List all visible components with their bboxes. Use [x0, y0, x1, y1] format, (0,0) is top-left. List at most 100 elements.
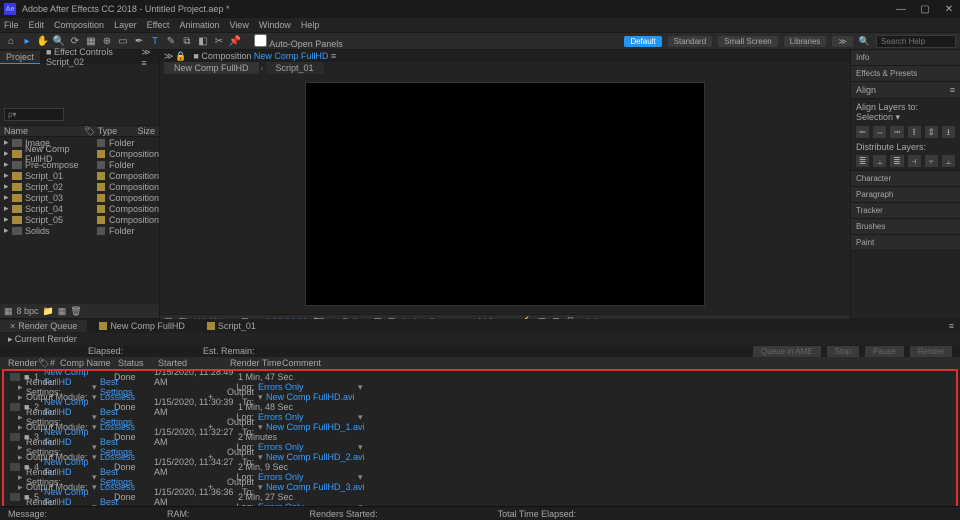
project-tab[interactable]: Project [0, 51, 40, 64]
stop-button[interactable]: Stop [827, 346, 859, 357]
workspace-small[interactable]: Small Screen [718, 36, 778, 47]
panel-chevron-icon[interactable]: ≫ [164, 51, 173, 62]
status-total-time: Total Time Elapsed: [498, 509, 577, 519]
menu-help[interactable]: Help [301, 20, 320, 30]
render-button[interactable]: Render [910, 346, 952, 357]
minimize-button[interactable]: — [894, 4, 908, 15]
selection-tool[interactable]: ▸ [20, 34, 34, 48]
puppet-tool[interactable]: 📌 [228, 34, 242, 48]
info-panel[interactable]: Info [851, 50, 960, 66]
workspace-default[interactable]: Default [624, 36, 661, 47]
dist-right-icon[interactable]: ⫠ [942, 155, 955, 167]
menu-effect[interactable]: Effect [147, 20, 170, 30]
workspace-more[interactable]: ≫ [832, 36, 852, 47]
lock-icon[interactable]: 🔒 [175, 51, 185, 62]
align-left-icon[interactable]: ⭰ [856, 126, 869, 138]
menu-animation[interactable]: Animation [179, 20, 219, 30]
project-item[interactable]: ▸Script_01Composition [0, 170, 159, 181]
window-title: Adobe After Effects CC 2018 - Untitled P… [22, 4, 229, 14]
menu-composition[interactable]: Composition [54, 20, 104, 30]
col-render: Render [8, 358, 38, 368]
bpc-toggle[interactable]: 8 bpc [17, 306, 39, 316]
col-type[interactable]: Type [98, 126, 138, 136]
dist-bottom-icon[interactable]: ≣ [890, 155, 903, 167]
subtab-script[interactable]: Script_01 [266, 62, 324, 74]
close-button[interactable]: ✕ [942, 4, 956, 15]
workspace-standard[interactable]: Standard [668, 36, 712, 47]
effects-presets-panel[interactable]: Effects & Presets [851, 66, 960, 82]
interpret-icon[interactable]: ▦ [4, 306, 13, 317]
project-item[interactable]: ▸Pre-composeFolder [0, 159, 159, 170]
composition-tab[interactable]: ■ Composition New Comp FullHD ≡ [187, 50, 342, 62]
curr-render-toggle[interactable]: ▸ [8, 334, 13, 345]
dist-left-icon[interactable]: ⫞ [908, 155, 921, 167]
brushes-panel[interactable]: Brushes [851, 219, 960, 235]
render-queue-item[interactable]: ■3New Comp FullHDDone1/15/2020, 11:32:27… [4, 432, 956, 462]
auto-open-label: Auto-Open Panels [269, 39, 343, 49]
menu-window[interactable]: Window [259, 20, 291, 30]
paint-panel[interactable]: Paint [851, 235, 960, 251]
queue-ame-button[interactable]: Queue in AME [753, 346, 821, 357]
project-item[interactable]: ▸Script_02Composition [0, 181, 159, 192]
paragraph-panel[interactable]: Paragraph [851, 187, 960, 203]
render-queue-item[interactable]: ■1New Comp FullHDDone1/15/2020, 11:28:49… [4, 372, 956, 402]
tracker-panel[interactable]: Tracker [851, 203, 960, 219]
align-to-dropdown[interactable]: Selection [856, 112, 893, 122]
remain-label: Est. Remain: [203, 346, 255, 356]
align-bottom-icon[interactable]: ⭳ [942, 126, 955, 138]
project-item[interactable]: ▸Script_03Composition [0, 192, 159, 203]
subtab-comp[interactable]: New Comp FullHD [164, 62, 259, 74]
align-vcenter-icon[interactable]: ⇕ [925, 126, 938, 138]
pause-button[interactable]: Pause [865, 346, 904, 357]
align-to-label: Align Layers to: [856, 102, 918, 112]
workspace-libraries[interactable]: Libraries [784, 36, 827, 47]
composition-viewer[interactable] [305, 82, 705, 306]
delete-icon[interactable]: 🗑 [70, 306, 81, 317]
col-status: Status [118, 358, 158, 368]
align-right-icon[interactable]: ⭲ [890, 126, 903, 138]
search-help-input[interactable] [876, 35, 956, 48]
dist-top-icon[interactable]: ≣ [856, 155, 869, 167]
menu-file[interactable]: File [4, 20, 19, 30]
dist-hcenter-icon[interactable]: ⫟ [925, 155, 938, 167]
auto-open-checkbox[interactable] [254, 34, 267, 47]
col-name[interactable]: Name [4, 126, 84, 136]
col-rendertime: Render Time [230, 358, 282, 368]
menu-layer[interactable]: Layer [114, 20, 137, 30]
col-compname: Comp Name [60, 358, 118, 368]
col-size[interactable]: Size [137, 126, 155, 136]
status-ram: RAM: [167, 509, 190, 519]
project-search-input[interactable] [4, 108, 64, 121]
dist-vcenter-icon[interactable]: ⫠ [873, 155, 886, 167]
render-queue-item[interactable]: ■4New Comp FullHDDone1/15/2020, 11:34:27… [4, 462, 956, 492]
character-panel[interactable]: Character [851, 171, 960, 187]
render-queue-item[interactable]: ■2New Comp FullHDDone1/15/2020, 11:30:39… [4, 402, 956, 432]
project-item[interactable]: ▸SolidsFolder [0, 225, 159, 236]
project-item[interactable]: ▸Script_05Composition [0, 214, 159, 225]
project-item[interactable]: ▸New Comp FullHDComposition [0, 148, 159, 159]
new-comp-icon[interactable]: ▦ [58, 306, 67, 317]
maximize-button[interactable]: ▢ [918, 4, 932, 15]
home-tool[interactable]: ⌂ [4, 34, 18, 48]
timeline-tab-2[interactable]: Script_01 [197, 320, 266, 332]
col-started: Started [158, 358, 230, 368]
align-top-icon[interactable]: ⭱ [908, 126, 921, 138]
render-queue-tab[interactable]: × Render Queue [0, 320, 87, 332]
menu-edit[interactable]: Edit [29, 20, 45, 30]
panel-menu-icon[interactable]: ≡ [943, 321, 960, 331]
status-message: Message: [8, 509, 47, 519]
align-hcenter-icon[interactable]: ⇔ [873, 126, 886, 138]
new-folder-icon[interactable]: 📁 [43, 306, 54, 317]
col-num: # [50, 358, 60, 368]
eraser-tool[interactable]: ◧ [196, 34, 210, 48]
search-icon: 🔍 [859, 36, 870, 47]
stamp-tool[interactable]: ⧉ [180, 34, 194, 48]
project-item[interactable]: ▸Script_04Composition [0, 203, 159, 214]
brush-tool[interactable]: ✎ [164, 34, 178, 48]
align-panel-header[interactable]: Align≡ [851, 82, 960, 99]
roto-tool[interactable]: ✂ [212, 34, 226, 48]
menu-view[interactable]: View [229, 20, 248, 30]
col-comment: Comment [282, 358, 952, 368]
timeline-tab-1[interactable]: New Comp FullHD [89, 320, 195, 332]
elapsed-label: Elapsed: [88, 346, 123, 356]
